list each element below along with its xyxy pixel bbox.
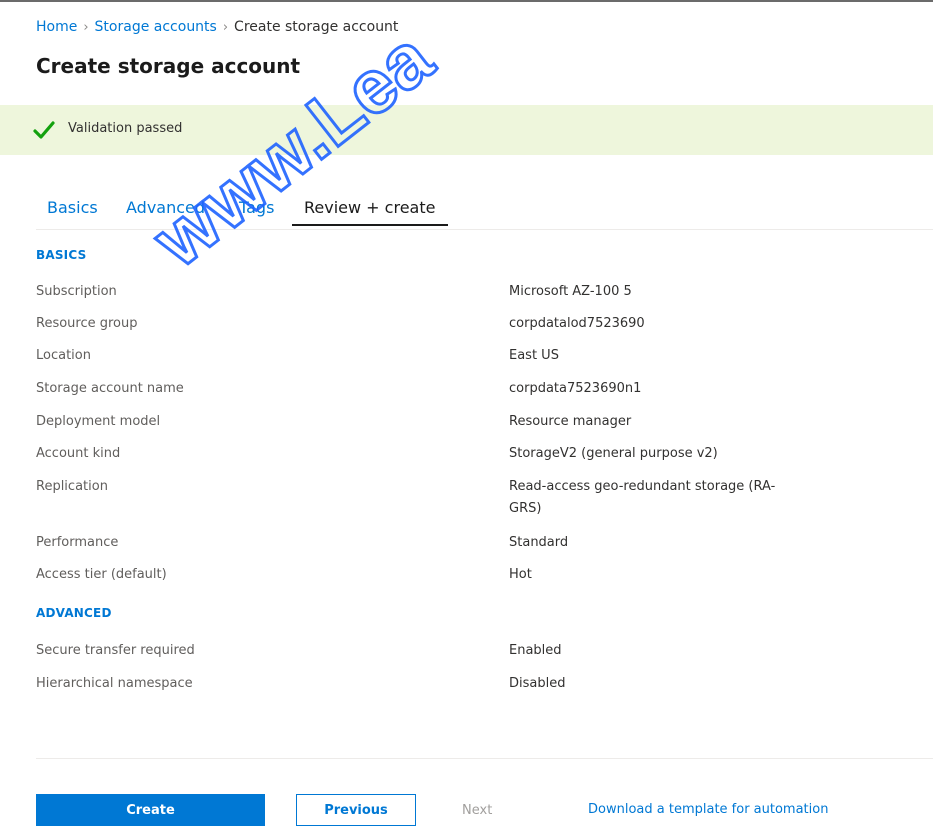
summary-label: Resource group: [36, 316, 138, 331]
summary-value: Microsoft AZ-100 5: [509, 284, 632, 299]
summary-label: Deployment model: [36, 414, 161, 429]
validation-banner: Validation passed: [0, 105, 933, 155]
tab-advanced[interactable]: Advanced: [126, 198, 205, 217]
summary-label: Hierarchical namespace: [36, 676, 193, 691]
checkmark-icon: [33, 121, 55, 139]
summary-label: Replication: [36, 479, 108, 494]
section-heading-advanced: ADVANCED: [36, 606, 112, 620]
summary-value: corpdata7523690n1: [509, 381, 642, 396]
section-heading-basics: BASICS: [36, 248, 87, 262]
page-title: Create storage account: [36, 54, 301, 78]
download-template-link[interactable]: Download a template for automation: [588, 802, 828, 817]
chevron-right-icon: ›: [222, 20, 229, 35]
summary-value: corpdatalod7523690: [509, 316, 645, 331]
top-border: [0, 0, 933, 2]
summary-label: Location: [36, 348, 91, 363]
summary-value: Standard: [509, 535, 569, 550]
tab-review-create[interactable]: Review + create: [304, 198, 435, 217]
breadcrumb: Home › Storage accounts › Create storage acc…: [36, 19, 398, 35]
breadcrumb-home-link[interactable]: Home: [36, 19, 77, 35]
summary-value: Enabled: [509, 643, 562, 658]
summary-label: Access tier (default): [36, 567, 167, 582]
active-tab-indicator: [292, 224, 448, 226]
breadcrumb-storage-accounts-link[interactable]: Storage accounts: [95, 19, 217, 35]
footer-divider: [36, 758, 933, 759]
summary-label: Storage account name: [36, 381, 184, 396]
summary-label: Secure transfer required: [36, 643, 195, 658]
tabs-divider: [36, 229, 933, 230]
create-button[interactable]: Create: [36, 794, 265, 826]
summary-value: Read-access geo-redundant storage (RA-GR…: [509, 479, 776, 516]
summary-value: StorageV2 (general purpose v2): [509, 446, 718, 461]
summary-value: Resource manager: [509, 414, 632, 429]
validation-message: Validation passed: [68, 121, 183, 136]
breadcrumb-current: Create storage account: [234, 19, 399, 35]
chevron-right-icon: ›: [83, 20, 89, 35]
summary-label: Performance: [36, 535, 119, 550]
next-button: Next: [440, 794, 520, 826]
summary-label: Account kind: [36, 446, 121, 461]
previous-button[interactable]: Previous: [296, 794, 416, 826]
tab-tags[interactable]: Tags: [239, 198, 274, 217]
tab-basics[interactable]: Basics: [47, 198, 98, 217]
summary-value: Disabled: [509, 676, 566, 691]
summary-value: East US: [509, 348, 559, 363]
summary-value: Hot: [509, 567, 532, 582]
summary-label: Subscription: [36, 284, 117, 299]
